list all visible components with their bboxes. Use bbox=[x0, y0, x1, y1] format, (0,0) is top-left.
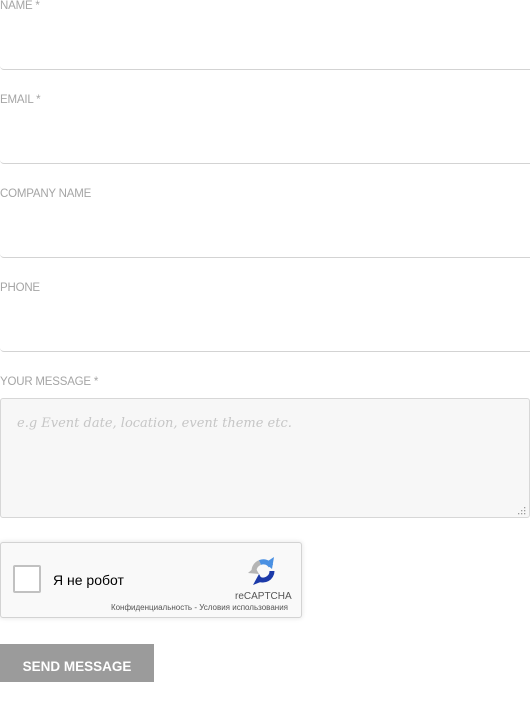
company-name-field[interactable] bbox=[0, 220, 530, 258]
name-label: NAME * bbox=[0, 0, 40, 12]
recaptcha-privacy-link[interactable]: Конфиденциальность bbox=[111, 603, 192, 612]
recaptcha-terms-link[interactable]: Условия использования bbox=[199, 603, 288, 612]
recaptcha-checkbox-label: Я не робот bbox=[53, 572, 124, 588]
recaptcha-logo-icon bbox=[248, 557, 275, 585]
phone-label: PHONE bbox=[0, 282, 40, 294]
name-field[interactable] bbox=[0, 32, 530, 70]
recaptcha-links: Конфиденциальность - Условия использован… bbox=[111, 603, 288, 612]
recaptcha-brand-label: reCAPTCHA bbox=[235, 591, 292, 602]
resize-grip-icon[interactable] bbox=[516, 505, 526, 515]
message-textarea[interactable] bbox=[0, 398, 530, 518]
message-label: YOUR MESSAGE * bbox=[0, 376, 99, 388]
phone-field[interactable] bbox=[0, 314, 530, 352]
company-name-label: COMPANY NAME bbox=[0, 188, 92, 200]
send-message-button[interactable]: SEND MESSAGE bbox=[0, 644, 154, 682]
recaptcha-checkbox[interactable] bbox=[13, 565, 41, 593]
recaptcha-widget: Я не робот reCAPTCHA Конфиденциальность … bbox=[0, 542, 302, 618]
email-label: EMAIL * bbox=[0, 94, 41, 106]
email-field[interactable] bbox=[0, 126, 530, 164]
